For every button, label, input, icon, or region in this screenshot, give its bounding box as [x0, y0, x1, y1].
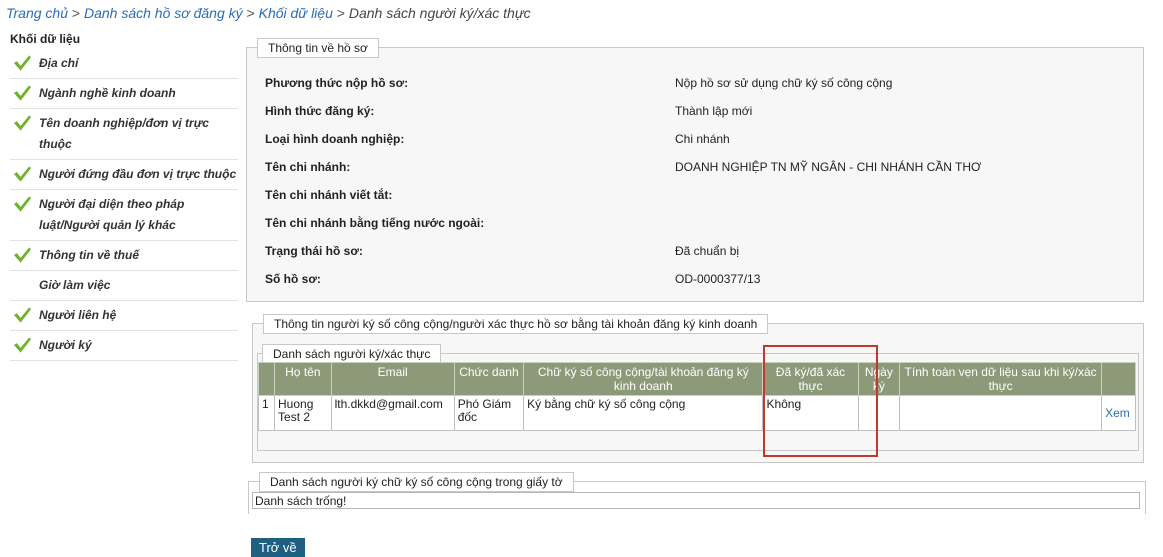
sidebar-list: Địa chỉ Ngành nghề kinh doanh Tên doanh ng… — [10, 49, 238, 361]
info-row: Hình thức đăng ký: Thành lập mới — [265, 104, 1133, 124]
sidebar-item[interactable]: Người đại diện theo pháp luật/Người quản… — [10, 190, 238, 241]
info-label: Tên chi nhánh viết tắt: — [265, 188, 393, 202]
info-row: Loại hình doanh nghiệp: Chi nhánh — [265, 132, 1133, 152]
checkmark-icon — [13, 166, 32, 182]
profile-info-section: Thông tin về hồ sơ Phương thức nộp hồ sơ… — [246, 38, 1144, 302]
info-label: Hình thức đăng ký: — [265, 104, 375, 118]
info-label: Trạng thái hồ sơ: — [265, 244, 363, 258]
col-header-signature: Chữ ký số công cộng/tài khoản đăng ký ki… — [523, 362, 764, 396]
checkmark-icon — [13, 196, 32, 212]
sidebar-item[interactable]: Tên doanh nghiệp/đơn vị trực thuộc — [10, 109, 238, 160]
cell-no: 1 — [257, 395, 276, 431]
sidebar-item-label: Tên doanh nghiệp/đơn vị trực thuộc — [39, 116, 209, 151]
cell-signature: Ký bằng chữ ký số công cộng — [523, 395, 764, 431]
col-header-integrity: Tính toàn vẹn dữ liệu sau khi ký/xác thự… — [899, 362, 1103, 396]
info-value: OD-0000377/13 — [675, 272, 761, 286]
sidebar-item-label: Người đứng đầu đơn vị trực thuộc — [39, 167, 237, 181]
sidebar-item-label: Người ký — [39, 338, 92, 352]
info-row: Tên chi nhánh: DOANH NGHIỆP TN MỸ NGÂN - … — [265, 160, 1133, 180]
checkmark-icon — [13, 55, 32, 71]
sidebar: Khối dữ liệu Địa chỉ Ngành nghề kinh doan… — [10, 32, 238, 361]
info-value: DOANH NGHIỆP TN MỸ NGÂN - CHI NHÁNH CẦN … — [675, 160, 982, 174]
breadcrumb-data-block-link[interactable]: Khối dữ liệu — [259, 5, 333, 21]
sidebar-item-label: Ngành nghề kinh doanh — [39, 86, 176, 100]
info-value: Chi nhánh — [675, 132, 730, 146]
checkmark-icon — [13, 115, 32, 131]
cell-name: Huong Test 2 — [274, 395, 332, 431]
view-link[interactable]: Xem — [1105, 406, 1130, 420]
info-value: Nộp hồ sơ sử dụng chữ ký số công cộng — [675, 76, 893, 90]
doc-signers-legend: Danh sách người ký chữ ký số công cộng t… — [259, 472, 574, 492]
sidebar-item[interactable]: Thông tin về thuế — [10, 241, 238, 271]
breadcrumb-home-link[interactable]: Trang chủ — [6, 5, 68, 21]
info-label: Loại hình doanh nghiệp: — [265, 132, 405, 146]
cell-integrity — [899, 395, 1103, 431]
checkmark-icon — [13, 337, 32, 353]
sidebar-item-label: Thông tin về thuế — [39, 248, 139, 262]
cell-title: Phó Giám đốc — [453, 395, 525, 431]
sidebar-title: Khối dữ liệu — [10, 32, 81, 46]
checkmark-icon — [13, 85, 32, 101]
breadcrumb: Trang chủ > Danh sách hồ sơ đăng ký > Kh… — [6, 5, 531, 21]
sidebar-item-label: Địa chỉ — [39, 56, 79, 70]
signer-table-header: Họ tên Email Chức danh Chữ ký số công cộ… — [257, 362, 1136, 396]
sidebar-item[interactable]: Ngành nghề kinh doanh — [10, 79, 238, 109]
cell-email: lth.dkkd@gmail.com — [330, 395, 455, 431]
breadcrumb-separator: > — [246, 5, 255, 21]
sidebar-item-label: Người liên hệ — [39, 308, 117, 322]
col-header-action — [1101, 362, 1136, 396]
info-value: Thành lập mới — [675, 104, 753, 118]
table-row: 1 Huong Test 2 lth.dkkd@gmail.com Phó Gi… — [257, 395, 1136, 431]
sidebar-item[interactable]: Người liên hệ — [10, 301, 238, 331]
signer-table: Họ tên Email Chức danh Chữ ký số công cộ… — [257, 362, 1136, 431]
col-header-email: Email — [330, 362, 455, 396]
breadcrumb-separator: > — [71, 5, 81, 21]
info-row: Tên chi nhánh bằng tiếng nước ngoài: — [265, 216, 1133, 236]
col-header-name: Họ tên — [274, 362, 332, 396]
sidebar-item[interactable]: Giờ làm việc — [10, 271, 238, 301]
info-value: Đã chuẩn bị — [675, 244, 740, 258]
col-header-no — [257, 362, 276, 396]
breadcrumb-registration-list-link[interactable]: Danh sách hồ sơ đăng ký — [84, 5, 243, 21]
sidebar-item[interactable]: Người ký — [10, 331, 238, 361]
breadcrumb-separator: > — [336, 5, 345, 21]
info-row: Trạng thái hồ sơ: Đã chuẩn bị — [265, 244, 1133, 264]
checkmark-icon — [13, 307, 32, 323]
sidebar-item[interactable]: Địa chỉ — [10, 49, 238, 79]
info-label: Phương thức nộp hồ sơ: — [265, 76, 409, 90]
col-header-title: Chức danh — [453, 362, 525, 396]
info-row: Số hồ sơ: OD-0000377/13 — [265, 272, 1133, 292]
highlight-box — [763, 345, 878, 457]
back-button[interactable]: Trở về — [251, 538, 305, 557]
breadcrumb-current: Danh sách người ký/xác thực — [348, 5, 531, 21]
info-label: Số hồ sơ: — [265, 272, 321, 286]
empty-list-message: Danh sách trống! — [252, 492, 1140, 509]
signer-list-legend: Danh sách người ký/xác thực — [262, 344, 442, 364]
info-label: Tên chi nhánh: — [265, 160, 351, 174]
sidebar-item-label: Người đại diện theo pháp luật/Người quản… — [39, 197, 185, 232]
sidebar-item[interactable]: Người đứng đầu đơn vị trực thuộc — [10, 160, 238, 190]
info-label: Tên chi nhánh bằng tiếng nước ngoài: — [265, 216, 485, 230]
sidebar-item-label: Giờ làm việc — [39, 278, 111, 292]
signer-info-legend: Thông tin người ký số công cộng/người xá… — [263, 314, 769, 334]
profile-info-legend: Thông tin về hồ sơ — [257, 38, 379, 58]
checkmark-icon — [13, 247, 32, 263]
info-row: Phương thức nộp hồ sơ: Nộp hồ sơ sử dụng … — [265, 76, 1133, 96]
info-row: Tên chi nhánh viết tắt: — [265, 188, 1133, 208]
